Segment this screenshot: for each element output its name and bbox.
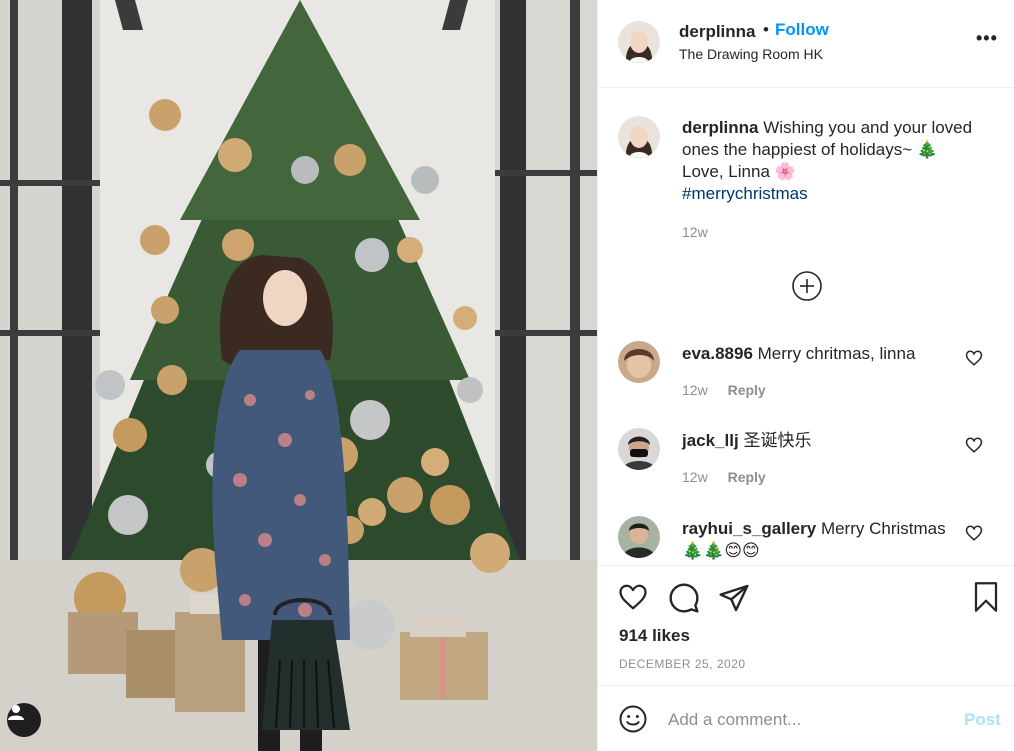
post-header: derplinna • Follow The Drawing Room HK •… (598, 0, 1014, 88)
comment-text: jack_llj 圣诞快乐 (682, 430, 962, 452)
avatar[interactable] (618, 428, 660, 470)
caption-text: derplinna Wishing you and your loved one… (682, 117, 994, 205)
avatar[interactable] (618, 116, 660, 158)
reply-button[interactable]: Reply (728, 382, 766, 398)
follow-button[interactable]: Follow (775, 20, 829, 40)
comment-text: eva.8896 Merry chritmas, linna (682, 343, 962, 365)
hashtag-link[interactable]: #merrychristmas (682, 184, 808, 203)
comment-item: eva.8896 Merry chritmas, linna 12w Reply (598, 341, 1014, 411)
action-bar: 914 likes DECEMBER 25, 2020 (598, 565, 1014, 685)
avatar[interactable] (618, 516, 660, 558)
likes-count[interactable]: 914 likes (619, 626, 690, 646)
caption-timestamp[interactable]: 12w (682, 224, 708, 240)
avatar[interactable] (618, 341, 660, 383)
bookmark-icon[interactable] (971, 580, 1001, 614)
paper-plane-icon[interactable] (718, 582, 750, 614)
add-comment-bar: Post (598, 685, 1014, 751)
caption-username[interactable]: derplinna (682, 118, 759, 137)
comment-text: rayhui_s_gallery Merry Christmas 🎄🎄😊😊 (682, 518, 952, 562)
christmas-tree-photo (0, 0, 597, 751)
heart-icon[interactable] (965, 436, 983, 454)
comment-meta: 12w Reply (682, 469, 766, 485)
heart-icon[interactable] (617, 582, 649, 612)
comment-item: rayhui_s_gallery Merry Christmas 🎄🎄😊😊 (598, 516, 1014, 564)
comment-username[interactable]: rayhui_s_gallery (682, 519, 816, 538)
smiley-icon[interactable] (618, 704, 648, 734)
reply-button[interactable]: Reply (728, 469, 766, 485)
user-tag-icon[interactable] (7, 703, 41, 737)
comment-timestamp[interactable]: 12w (682, 469, 708, 485)
avatar[interactable] (618, 21, 660, 63)
more-options-icon[interactable]: ••• (976, 28, 998, 49)
post-username[interactable]: derplinna (679, 22, 756, 42)
post-detail-panel: derplinna • Follow The Drawing Room HK •… (597, 0, 1014, 751)
comment-meta: 12w Reply (682, 382, 766, 398)
comment-body: Merry chritmas, linna (757, 344, 916, 363)
heart-icon[interactable] (965, 349, 983, 367)
comment-username[interactable]: jack_llj (682, 431, 739, 450)
comment-bubble-icon[interactable] (668, 582, 700, 614)
comment-body: 圣诞快乐 (743, 431, 812, 450)
comment-input[interactable] (668, 706, 948, 734)
plus-circle-icon[interactable] (791, 270, 823, 302)
comment-item: jack_llj 圣诞快乐 12w Reply (598, 428, 1014, 498)
comment-username[interactable]: eva.8896 (682, 344, 753, 363)
post-date[interactable]: DECEMBER 25, 2020 (619, 657, 746, 671)
comment-timestamp[interactable]: 12w (682, 382, 708, 398)
heart-icon[interactable] (965, 524, 983, 542)
post-location[interactable]: The Drawing Room HK (679, 46, 823, 62)
caption-line-2: Love, Linna 🌸 (682, 162, 796, 181)
separator-dot: • (763, 20, 769, 39)
post-photo[interactable] (0, 0, 597, 751)
post-comment-button[interactable]: Post (964, 710, 1001, 730)
